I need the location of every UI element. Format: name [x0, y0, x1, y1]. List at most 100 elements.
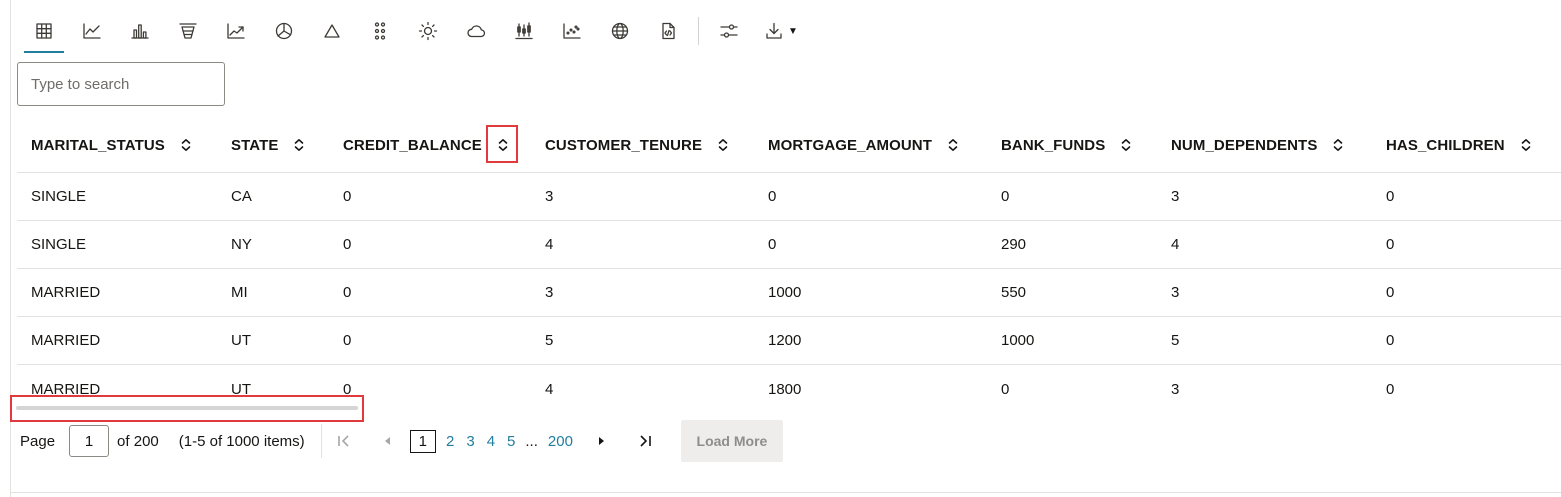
column-header-label: CREDIT_BALANCE — [343, 136, 482, 154]
column-header-bank-funds[interactable]: BANK_FUNDS — [1001, 118, 1137, 172]
load-more-button[interactable]: Load More — [680, 420, 783, 462]
column-header-label: HAS_CHILDREN — [1386, 136, 1505, 154]
table-cell: 4 — [1171, 236, 1180, 253]
script-icon[interactable] — [644, 11, 692, 51]
table-cell: NY — [231, 236, 252, 253]
column-header-label: CUSTOMER_TENURE — [545, 136, 703, 154]
column-header-marital-status[interactable]: MARITAL_STATUS — [31, 118, 197, 172]
search-input[interactable] — [18, 63, 224, 105]
panel-left-border — [10, 0, 11, 497]
dot-grid-icon[interactable] — [356, 11, 404, 51]
table-cell: 1000 — [768, 284, 802, 301]
table-cell: 550 — [1001, 284, 1027, 301]
page-number-input[interactable] — [69, 425, 110, 457]
sort-icon[interactable] — [1327, 134, 1349, 156]
sort-icon[interactable] — [942, 134, 964, 156]
table-cell: 3 — [1171, 380, 1180, 398]
next-page-icon[interactable] — [579, 424, 623, 458]
table-cell: 0 — [343, 236, 352, 253]
chevron-down-icon: ▼ — [788, 25, 798, 37]
first-page-icon[interactable] — [322, 424, 366, 458]
pie-chart-icon[interactable] — [260, 11, 308, 51]
download-icon — [766, 22, 782, 39]
page-link-last[interactable]: 200 — [542, 433, 579, 450]
table-cell: 1800 — [768, 380, 802, 398]
page-total-label: of 200 — [117, 432, 159, 450]
table-cell: 4 — [545, 236, 554, 253]
table-cell: 3 — [545, 284, 554, 301]
pagination: Page of 200 (1-5 of 1000 items) 1 2 3 4 … — [20, 420, 783, 462]
previous-page-icon[interactable] — [366, 424, 410, 458]
sort-icon[interactable] — [712, 134, 734, 156]
table-cell: 0 — [343, 284, 352, 301]
table-row[interactable]: SINGLE NY 0 4 0 290 4 0 — [17, 221, 1561, 269]
table-cell: SINGLE — [31, 236, 87, 253]
table-cell: 1000 — [1001, 332, 1035, 349]
table-cell: MI — [231, 284, 248, 301]
table-cell: 290 — [1001, 236, 1027, 253]
last-page-icon[interactable] — [623, 424, 667, 458]
sun-icon[interactable] — [404, 11, 452, 51]
table-cell: 0 — [343, 188, 352, 205]
table-cell: 0 — [1386, 380, 1395, 398]
data-table: MARITAL_STATUS STATE CREDIT_BALANCE CUST… — [17, 118, 1561, 413]
table-icon[interactable] — [20, 11, 68, 53]
table-cell: SINGLE — [31, 188, 87, 205]
panel-bottom-border — [10, 492, 1561, 493]
table-cell: 0 — [1386, 188, 1395, 205]
funnel-chart-icon[interactable] — [164, 11, 212, 51]
scrollbar-highlight-box — [10, 395, 364, 422]
item-range-label: (1-5 of 1000 items) — [178, 432, 305, 450]
table-row[interactable]: MARRIED UT 0 5 1200 1000 5 0 — [17, 317, 1561, 365]
table-cell: 1200 — [768, 332, 802, 349]
column-header-label: STATE — [231, 136, 279, 154]
table-cell: UT — [231, 332, 251, 349]
bar-chart-icon[interactable] — [116, 11, 164, 51]
trend-chart-icon[interactable] — [212, 11, 260, 51]
candlestick-icon[interactable] — [500, 11, 548, 51]
column-header-mortgage-amount[interactable]: MORTGAGE_AMOUNT — [768, 118, 964, 172]
download-menu-button[interactable]: ▼ — [753, 11, 809, 51]
pyramid-icon[interactable] — [308, 11, 356, 51]
table-cell: 0 — [1386, 284, 1395, 301]
column-header-label: NUM_DEPENDENTS — [1171, 136, 1318, 154]
table-cell: CA — [231, 188, 252, 205]
table-cell: 0 — [768, 188, 777, 205]
page-link-2[interactable]: 2 — [440, 433, 460, 450]
settings-sliders-icon[interactable] — [705, 11, 753, 51]
page-label: Page — [20, 432, 56, 450]
table-row[interactable]: SINGLE CA 0 3 0 0 3 0 — [17, 173, 1561, 221]
table-cell: 5 — [545, 332, 554, 349]
sort-icon[interactable] — [175, 134, 197, 156]
page-link-3[interactable]: 3 — [460, 433, 480, 450]
table-cell: MARRIED — [31, 332, 101, 349]
column-header-customer-tenure[interactable]: CUSTOMER_TENURE — [545, 118, 734, 172]
column-header-state[interactable]: STATE — [231, 118, 310, 172]
page-navigation: 1 2 3 4 5 ... 200 — [322, 424, 667, 458]
column-header-has-children[interactable]: HAS_CHILDREN — [1386, 118, 1537, 172]
column-header-label: MARITAL_STATUS — [31, 136, 165, 154]
column-header-num-dependents[interactable]: NUM_DEPENDENTS — [1171, 118, 1349, 172]
table-cell: 3 — [1171, 284, 1180, 301]
sort-icon[interactable] — [288, 134, 310, 156]
scatter-icon[interactable] — [548, 11, 596, 51]
sort-icon[interactable] — [1515, 134, 1537, 156]
sort-icon[interactable] — [1115, 134, 1137, 156]
line-chart-icon[interactable] — [68, 11, 116, 51]
page-link-4[interactable]: 4 — [481, 433, 501, 450]
table-cell: 0 — [768, 236, 777, 253]
table-cell: 3 — [1171, 188, 1180, 205]
page-ellipsis: ... — [525, 432, 538, 450]
table-cell: 0 — [1001, 380, 1010, 398]
table-cell: MARRIED — [31, 284, 101, 301]
table-cell: 0 — [1386, 332, 1395, 349]
table-row[interactable]: MARRIED MI 0 3 1000 550 3 0 — [17, 269, 1561, 317]
search-box — [17, 62, 225, 106]
globe-icon[interactable] — [596, 11, 644, 51]
table-cell: 4 — [545, 380, 554, 398]
table-cell: 0 — [343, 332, 352, 349]
sort-highlight-box — [486, 125, 518, 163]
cloud-icon[interactable] — [452, 11, 500, 51]
page-link-5[interactable]: 5 — [501, 433, 521, 450]
page-link-1[interactable]: 1 — [409, 429, 436, 453]
